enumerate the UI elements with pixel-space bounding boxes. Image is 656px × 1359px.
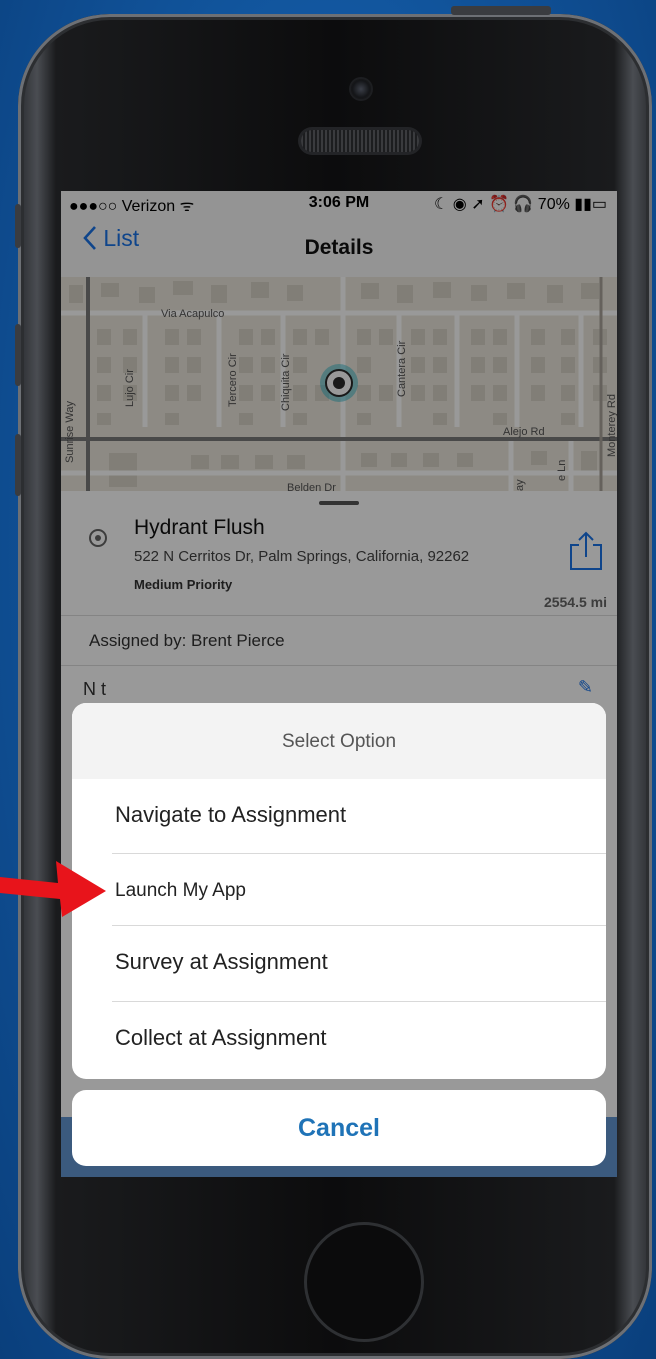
front-camera xyxy=(351,79,371,99)
home-button[interactable] xyxy=(304,1222,424,1342)
option-label: Launch My App xyxy=(115,880,246,901)
red-arrow-annotation-icon xyxy=(0,861,106,917)
cancel-button[interactable]: Cancel xyxy=(72,1090,606,1166)
action-sheet-title: Select Option xyxy=(72,703,606,779)
option-survey-at-assignment[interactable]: Survey at Assignment xyxy=(72,926,606,1000)
option-label: Collect at Assignment xyxy=(115,1025,327,1050)
volume-down-button xyxy=(15,434,21,496)
volume-up-button xyxy=(15,324,21,386)
option-collect-at-assignment[interactable]: Collect at Assignment xyxy=(72,1002,606,1076)
option-label: Navigate to Assignment xyxy=(115,802,347,827)
option-label: Survey at Assignment xyxy=(115,949,328,974)
action-sheet: Select Option Navigate to Assignment Lau… xyxy=(72,703,606,1079)
phone-screen: ●●●○○ Verizon ᯤ 3:06 PM ☾ ◉ ➚ ⏰ 🎧 70% ▮▮… xyxy=(61,191,617,1177)
option-launch-my-app[interactable]: Launch My App xyxy=(72,854,606,928)
power-button xyxy=(451,6,551,15)
option-navigate-to-assignment[interactable]: Navigate to Assignment xyxy=(72,779,606,853)
earpiece-speaker xyxy=(301,130,419,152)
mute-switch xyxy=(15,204,21,248)
